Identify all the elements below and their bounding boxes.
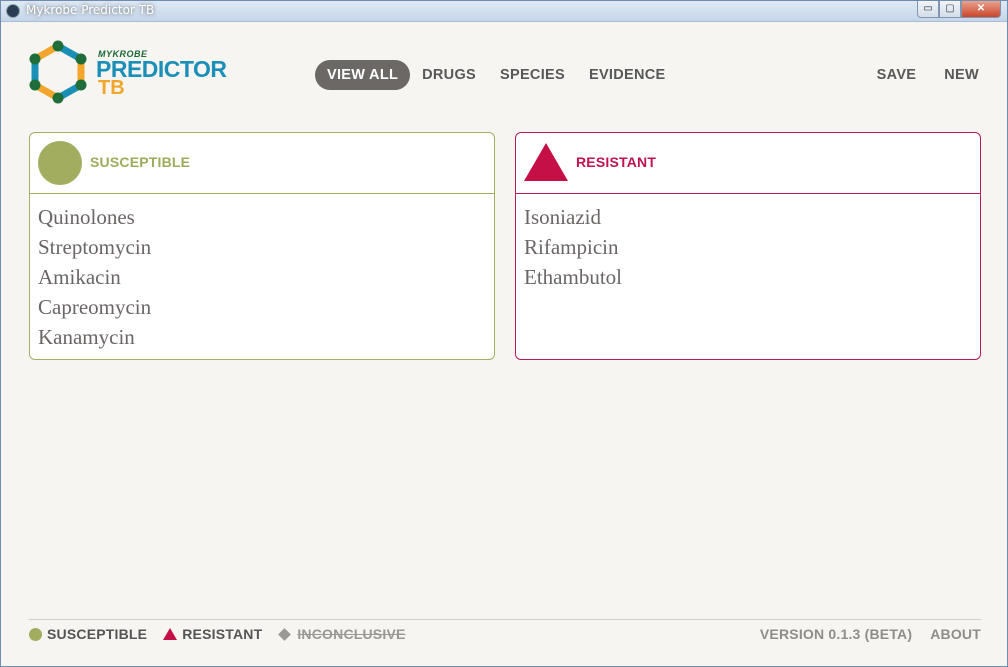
drug-item: Ethambutol [524, 265, 622, 289]
drug-item: Amikacin [38, 265, 121, 289]
triangle-icon [163, 628, 178, 640]
resistant-drug-list: Isoniazid Rifampicin Ethambutol [516, 194, 980, 292]
nav-species[interactable]: SPECIES [488, 60, 577, 90]
legend: SUSCEPTIBLE RESISTANT INCONCLUSIVE [29, 626, 422, 642]
circle-icon [38, 141, 82, 185]
legend-inconclusive: INCONCLUSIVE [278, 626, 405, 642]
window-title: Mykrobe Predictor TB [26, 3, 155, 17]
susceptible-title: SUSCEPTIBLE [90, 154, 191, 170]
diamond-icon [278, 627, 292, 641]
hexagon-logo-icon [29, 40, 87, 104]
version-text: VERSION 0.1.3 (BETA) [759, 626, 913, 642]
app-window: Mykrobe Predictor TB ▭ ▢ ✕ MYKROBE PREDI… [0, 0, 1008, 667]
circle-icon [29, 627, 42, 641]
legend-label: RESISTANT [182, 626, 263, 642]
about-link[interactable]: ABOUT [930, 626, 981, 642]
resistant-panel-header: RESISTANT [516, 133, 980, 194]
main-nav: VIEW ALL DRUGS SPECIES EVIDENCE [315, 60, 678, 90]
susceptible-panel: SUSCEPTIBLE Quinolones Streptomycin Amik… [29, 132, 495, 360]
triangle-icon [524, 143, 568, 181]
footer: SUSCEPTIBLE RESISTANT INCONCLUSIVE VERSI… [29, 619, 981, 650]
action-nav: SAVE NEW [863, 60, 993, 90]
drug-item: Rifampicin [524, 235, 619, 259]
legend-resistant: RESISTANT [163, 626, 262, 642]
nav-evidence[interactable]: EVIDENCE [577, 60, 678, 90]
drug-item: Quinolones [38, 205, 135, 229]
resistant-panel: RESISTANT Isoniazid Rifampicin Ethambuto… [515, 132, 981, 360]
save-button[interactable]: SAVE [863, 60, 931, 90]
nav-view-all[interactable]: VIEW ALL [315, 60, 411, 90]
footer-links: VERSION 0.1.3 (BETA) ABOUT [742, 626, 981, 642]
app-header: MYKROBE PREDICTOR TB VIEW ALL DRUGS SPEC… [1, 21, 1007, 116]
minimize-button[interactable]: ▭ [917, 1, 939, 18]
brand-sub-text: TB [98, 77, 125, 99]
nav-drugs[interactable]: DRUGS [410, 60, 488, 90]
maximize-button[interactable]: ▢ [939, 1, 961, 18]
close-button[interactable]: ✕ [961, 1, 1001, 18]
mykrobe-app-icon[interactable] [6, 4, 20, 18]
legend-susceptible: SUSCEPTIBLE [29, 626, 147, 642]
resistant-title: RESISTANT [576, 154, 657, 170]
drug-item: Isoniazid [524, 205, 601, 229]
drug-item: Capreomycin [38, 295, 152, 319]
new-button[interactable]: NEW [930, 60, 993, 90]
drug-item: Streptomycin [38, 235, 152, 259]
window-controls: ▭ ▢ ✕ [917, 1, 1001, 18]
susceptible-panel-header: SUSCEPTIBLE [30, 133, 494, 194]
title-bar[interactable]: Mykrobe Predictor TB ▭ ▢ ✕ [1, 1, 1007, 22]
legend-label: INCONCLUSIVE [297, 626, 406, 642]
legend-label: SUSCEPTIBLE [47, 626, 148, 642]
susceptible-drug-list: Quinolones Streptomycin Amikacin Capreom… [30, 194, 494, 352]
drug-item: Kanamycin [38, 325, 135, 349]
